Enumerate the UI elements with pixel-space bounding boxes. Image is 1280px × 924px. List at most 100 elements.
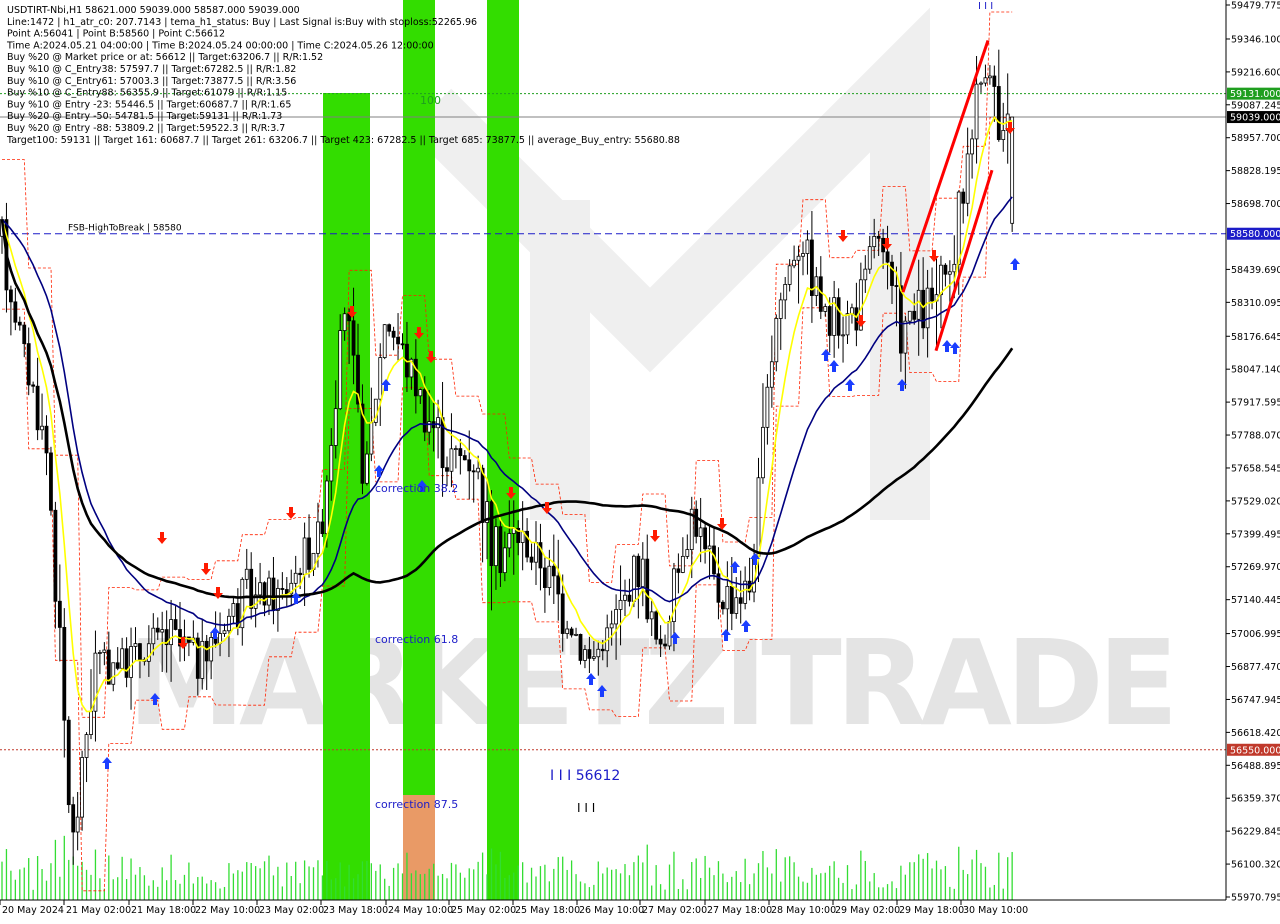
candle-body (413, 358, 418, 397)
candle-body (231, 603, 236, 617)
price-tick-label: 59346.100 (1231, 34, 1280, 45)
time-tick-label: 27 May 18:00 (707, 905, 772, 916)
candle-body (632, 555, 636, 602)
candle-body (204, 640, 209, 662)
candle-body (186, 636, 191, 643)
candle-body (75, 816, 80, 833)
price-tick-label: 55970.795 (1231, 893, 1280, 904)
chart-root: MARKETZITRADE FSB-HighToBreak | 58580 10… (0, 0, 1280, 920)
candle-body (316, 521, 320, 554)
candle-body (62, 626, 67, 721)
price-tick-label: 56100.320 (1231, 860, 1280, 871)
candle-body (707, 545, 712, 550)
candle-body (449, 448, 454, 472)
candle-body (387, 324, 392, 332)
candle-body (89, 710, 93, 735)
candle-body (40, 425, 44, 431)
candle (382, 324, 387, 360)
annotation-3: correction 87.5 (375, 798, 458, 811)
candle-body (996, 86, 1001, 140)
candle-body (649, 611, 654, 620)
candle-body (845, 313, 850, 336)
candle-body (307, 537, 311, 570)
price-chart[interactable]: MARKETZITRADE FSB-HighToBreak | 58580 10… (0, 0, 1280, 920)
candle-body (569, 628, 574, 636)
candle-body (796, 255, 801, 261)
candle-body (543, 567, 547, 588)
candle-body (591, 656, 596, 659)
bottom-marker: I I I (577, 801, 595, 815)
candle-body (507, 533, 512, 549)
candle-body (547, 565, 552, 588)
candle-body (102, 649, 107, 653)
candle-body (801, 253, 805, 257)
candle-body (262, 582, 267, 606)
candle-body (863, 268, 868, 281)
candle-body (351, 320, 356, 356)
candle-body (298, 572, 303, 576)
candle-body (583, 649, 587, 661)
candle-body (614, 609, 618, 625)
top-marker: I I I (978, 1, 993, 12)
price-tick-label: 57529.020 (1231, 496, 1280, 507)
candle-body (925, 287, 930, 329)
candle-body (872, 235, 877, 248)
candle-body (912, 310, 917, 320)
candle-body (244, 568, 249, 580)
time-tick-label: 23 May 18:00 (323, 905, 388, 916)
candle-body (467, 459, 472, 472)
price-tick-label: 57658.545 (1231, 463, 1280, 474)
candle-body (160, 629, 165, 633)
info-line-8: Buy %10 @ Entry -23: 55446.5 || Target:6… (7, 99, 291, 110)
candle-body (818, 276, 823, 312)
candle-body (596, 648, 601, 658)
candle-body (774, 318, 779, 363)
candle-body (667, 621, 672, 647)
time-tick-label: 23 May 02:00 (259, 905, 324, 916)
candle-body (320, 521, 325, 535)
candle-body (930, 287, 934, 302)
candle-body (721, 601, 725, 610)
candle-body (827, 306, 832, 336)
annotation-4: I I I 56612 (550, 768, 620, 784)
candle-body (293, 572, 298, 584)
candle-body (173, 619, 178, 630)
candle-body (947, 271, 952, 275)
price-tick-label: 57399.495 (1231, 529, 1280, 540)
candle-body (609, 623, 614, 629)
hline-label: FSB-HighToBreak | 58580 (68, 224, 182, 234)
candle-body (57, 600, 62, 628)
candle-body (302, 537, 307, 576)
candle-body (115, 662, 120, 669)
candle-body (680, 555, 685, 573)
candle-body (885, 251, 890, 263)
candle-body (676, 568, 681, 573)
candle-body (685, 549, 690, 557)
candle-body (396, 336, 400, 345)
candle-body (80, 757, 84, 818)
candle-body (124, 648, 129, 678)
candle-body (400, 343, 405, 346)
candle-body (35, 385, 40, 431)
candle-body (391, 330, 396, 338)
candle-body (694, 508, 699, 537)
candle-body (756, 477, 761, 557)
candle-body (13, 301, 18, 323)
candle-body (502, 547, 507, 574)
candle-body (26, 343, 31, 386)
candle-body (471, 470, 476, 473)
candle-body (988, 75, 992, 79)
time-tick-label: 20 May 2024 (2, 905, 64, 916)
candle-body (369, 422, 374, 455)
candle-body (489, 501, 494, 567)
candle-body (921, 289, 926, 329)
candle-body (565, 628, 570, 634)
candle-body (209, 637, 214, 662)
price-tick-label: 57140.445 (1231, 595, 1280, 606)
price-tick-label: 58828.195 (1231, 166, 1280, 177)
candle-body (129, 646, 133, 678)
price-tick-label: 56877.470 (1231, 662, 1280, 673)
candle-body (120, 648, 125, 669)
time-tick-label: 22 May 10:00 (195, 905, 260, 916)
candle-body (894, 285, 899, 287)
